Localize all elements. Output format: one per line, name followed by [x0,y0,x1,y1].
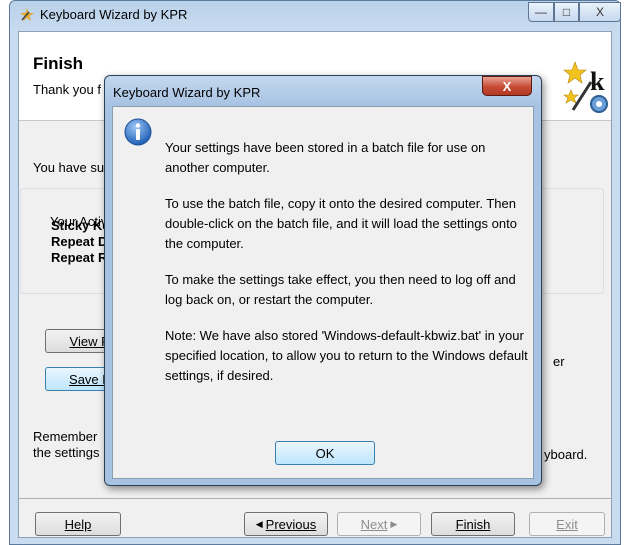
dialog-paragraph: To use the batch file, copy it onto the … [165,196,517,251]
remember-text-line2: the settings [33,445,100,460]
maximize-icon: □ [562,5,571,19]
ok-button[interactable]: OK [275,441,375,465]
minimize-icon: — [535,5,547,19]
dialog-body: Your settings have been stored in a batc… [112,106,534,479]
svg-text:k: k [590,67,605,96]
footer-divider [19,498,611,499]
help-button[interactable]: Help [35,512,121,536]
chevron-right-icon: ▶ [390,518,398,529]
dialog-paragraph: Your settings have been stored in a batc… [165,140,486,175]
exit-label: Exit [556,516,578,532]
next-label: Next [360,516,388,532]
summary-text: You have su [33,160,105,175]
finish-label: Finish [455,516,491,532]
wand-stars-k-gear-logo: k [563,61,608,113]
chevron-left-icon: ◀ [255,518,263,529]
window-title-bar: Keyboard Wizard by KPR [20,7,187,22]
minimize-button[interactable]: — [528,2,554,22]
close-icon: X [595,5,604,19]
page-title: Finish [33,54,84,73]
previous-label: Previous [265,516,317,532]
window-title: Keyboard Wizard by KPR [40,7,188,22]
dialog-message: Your settings have been stored in a batc… [165,138,530,402]
next-button[interactable]: Next ▶ [337,512,421,536]
help-label: Help [64,516,92,532]
keyboard-wizard-icon [20,7,34,21]
close-icon: X [502,78,512,94]
close-button[interactable]: X [579,2,621,22]
keyboard-text-tail: yboard. [544,447,588,462]
finish-button[interactable]: Finish [431,512,515,536]
save-description-tail: er [553,354,565,369]
previous-button[interactable]: ◀ Previous [244,512,328,536]
page-subtitle: Thank you f [33,82,101,97]
dialog-close-button[interactable]: X [482,76,532,96]
remember-text-line1: Remember [33,429,98,444]
maximize-button[interactable]: □ [554,2,579,22]
dialog-paragraph: Note: We have also stored 'Windows-defau… [165,328,528,383]
dialog-title: Keyboard Wizard by KPR [113,85,261,100]
dialog-paragraph: To make the settings take effect, you th… [165,272,516,307]
exit-button[interactable]: Exit [529,512,605,536]
message-dialog: Keyboard Wizard by KPR X Your settings h… [104,75,542,486]
info-icon [124,118,152,146]
ok-label: OK [315,445,335,461]
